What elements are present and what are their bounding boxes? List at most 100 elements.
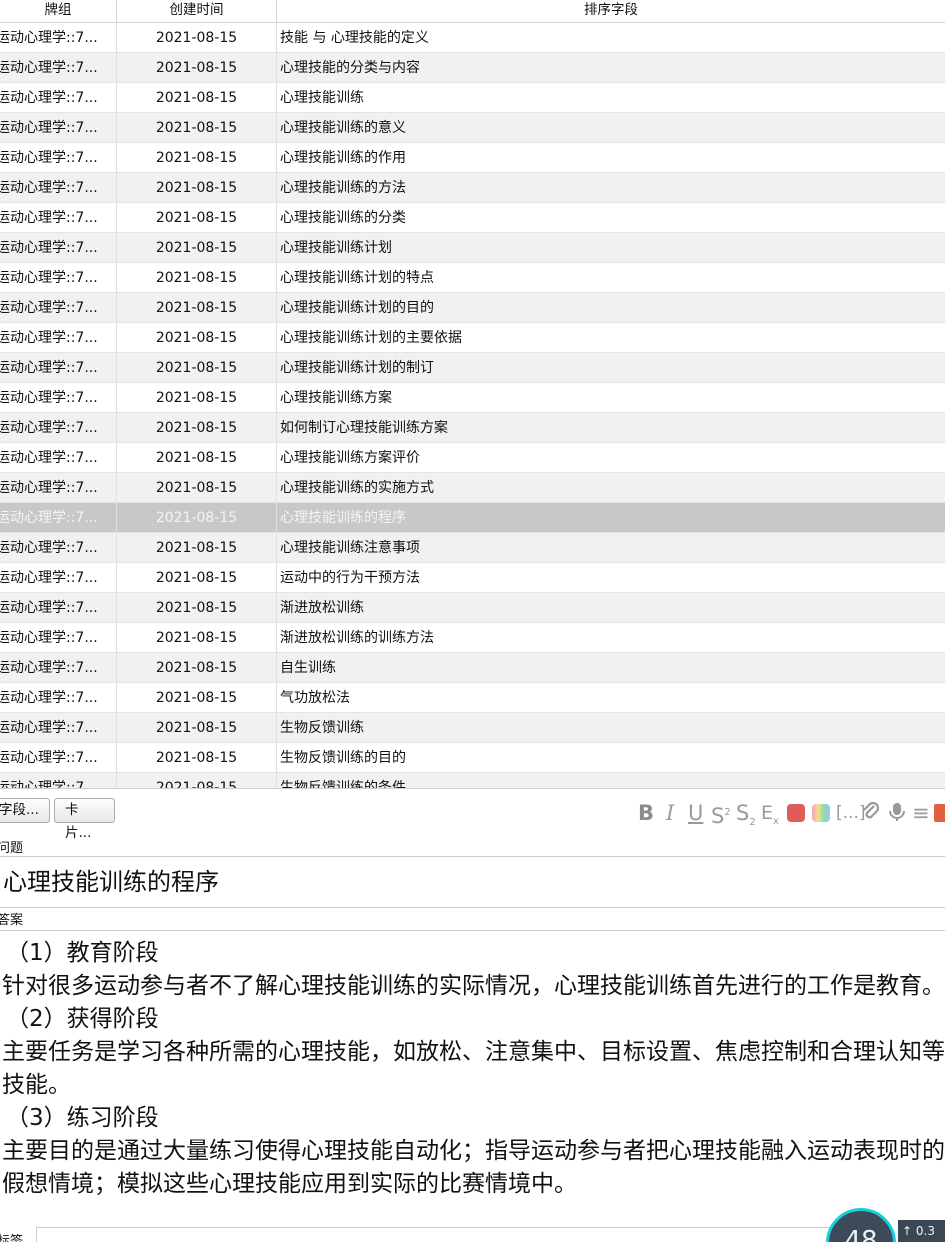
table-row[interactable]: 运动心理学::7... 2021-08-15 心理技能训练 bbox=[0, 83, 945, 113]
table-row[interactable]: 运动心理学::7... 2021-08-15 如何制订心理技能训练方案 bbox=[0, 413, 945, 443]
column-header-deck[interactable]: 牌组 bbox=[0, 0, 117, 23]
table-row[interactable]: 运动心理学::7... 2021-08-15 心理技能训练注意事项 bbox=[0, 533, 945, 563]
table-row[interactable]: 运动心理学::7... 2021-08-15 心理技能训练方案 bbox=[0, 383, 945, 413]
table-row[interactable]: 运动心理学::7... 2021-08-15 气功放松法 bbox=[0, 683, 945, 713]
table-row[interactable]: 运动心理学::7... 2021-08-15 生物反馈训练的条件 bbox=[0, 773, 945, 789]
table-row[interactable]: 运动心理学::7... 2021-08-15 生物反馈训练 bbox=[0, 713, 945, 743]
cell-sort-field: 渐进放松训练的训练方法 bbox=[280, 630, 434, 646]
table-row-selected[interactable]: 运动心理学::7... 2021-08-15 心理技能训练的程序 bbox=[0, 503, 945, 533]
tags-label: 标签 bbox=[0, 1234, 24, 1242]
text-color-icon[interactable] bbox=[787, 804, 805, 822]
table-row[interactable]: 运动心理学::7... 2021-08-15 心理技能训练的意义 bbox=[0, 113, 945, 143]
table-row[interactable]: 运动心理学::7... 2021-08-15 心理技能训练计划的主要依据 bbox=[0, 323, 945, 353]
cell-sort-field: 心理技能训练计划 bbox=[280, 240, 392, 256]
highlight-color-icon[interactable] bbox=[812, 804, 830, 822]
table-row[interactable]: 运动心理学::7... 2021-08-15 心理技能训练计划的制订 bbox=[0, 353, 945, 383]
cell-sort-field: 渐进放松训练 bbox=[280, 600, 364, 616]
cell-sort-field: 心理技能训练计划的制订 bbox=[280, 360, 434, 376]
cell-created: 2021-08-15 bbox=[117, 533, 277, 563]
bold-icon[interactable]: B bbox=[638, 801, 654, 825]
answer-stage-heading: （3）练习阶段 bbox=[6, 1105, 159, 1131]
table-row[interactable]: 运动心理学::7... 2021-08-15 自生训练 bbox=[0, 653, 945, 683]
tags-input[interactable] bbox=[36, 1227, 836, 1242]
table-row[interactable]: 运动心理学::7... 2021-08-15 心理技能训练的方法 bbox=[0, 173, 945, 203]
subscript-icon[interactable]: S2 bbox=[736, 801, 756, 828]
table-row[interactable]: 运动心理学::7... 2021-08-15 技能 与 心理技能的定义 bbox=[0, 23, 945, 53]
more-icon[interactable]: ≡ bbox=[912, 801, 930, 825]
column-header-created[interactable]: 创建时间 bbox=[117, 0, 277, 23]
table-row[interactable]: 运动心理学::7... 2021-08-15 心理技能训练计划的特点 bbox=[0, 263, 945, 293]
table-row[interactable]: 运动心理学::7... 2021-08-15 心理技能训练计划 bbox=[0, 233, 945, 263]
column-header-sort-field[interactable]: 排序字段 bbox=[277, 0, 945, 23]
answer-field[interactable]: （1）教育阶段针对很多运动参与者不了解心理技能训练的实际情况，心理技能训练首先进… bbox=[0, 930, 945, 1220]
network-speed-widget: ↑ 0.3 bbox=[898, 1220, 945, 1242]
table-row[interactable]: 运动心理学::7... 2021-08-15 心理技能的分类与内容 bbox=[0, 53, 945, 83]
cell-sort-field: 如何制订心理技能训练方案 bbox=[280, 420, 448, 436]
answer-stage-heading: （2）获得阶段 bbox=[6, 1006, 159, 1032]
table-row[interactable]: 运动心理学::7... 2021-08-15 渐进放松训练的训练方法 bbox=[0, 623, 945, 653]
cell-created: 2021-08-15 bbox=[117, 173, 277, 203]
cell-deck: 运动心理学::7... bbox=[0, 413, 117, 443]
question-field-label: 问题 bbox=[0, 841, 24, 856]
cell-deck: 运动心理学::7... bbox=[0, 233, 117, 263]
table-row[interactable]: 运动心理学::7... 2021-08-15 心理技能训练的实施方式 bbox=[0, 473, 945, 503]
table-row[interactable]: 运动心理学::7... 2021-08-15 渐进放松训练 bbox=[0, 593, 945, 623]
superscript-icon[interactable]: S2 bbox=[711, 801, 731, 828]
cell-deck: 运动心理学::7... bbox=[0, 293, 117, 323]
cell-sort-field: 心理技能训练方案 bbox=[280, 390, 392, 406]
cell-sort-field: 心理技能训练的实施方式 bbox=[280, 480, 434, 496]
cell-sort-field: 生物反馈训练的条件 bbox=[280, 780, 406, 789]
cell-deck: 运动心理学::7... bbox=[0, 623, 117, 653]
cell-deck: 运动心理学::7... bbox=[0, 503, 117, 533]
cell-created: 2021-08-15 bbox=[117, 773, 277, 788]
cell-deck: 运动心理学::7... bbox=[0, 713, 117, 743]
italic-icon[interactable]: I bbox=[666, 801, 674, 825]
cell-sort-field: 心理技能训练注意事项 bbox=[280, 540, 420, 556]
cell-created: 2021-08-15 bbox=[117, 83, 277, 113]
clear-format-icon[interactable]: Ex bbox=[761, 801, 779, 827]
editor-toolbar: 字段... 卡片... B I U S2 S2 Ex [...] ≡ bbox=[0, 789, 945, 841]
cell-sort-field: 生物反馈训练 bbox=[280, 720, 364, 736]
cell-deck: 运动心理学::7... bbox=[0, 443, 117, 473]
cell-sort-field: 心理技能的分类与内容 bbox=[280, 60, 420, 76]
underline-icon[interactable]: U bbox=[688, 801, 703, 825]
microphone-icon bbox=[889, 803, 905, 821]
cell-sort-field: 心理技能训练计划的特点 bbox=[280, 270, 434, 286]
record-audio-icon[interactable] bbox=[887, 801, 907, 825]
cell-created: 2021-08-15 bbox=[117, 383, 277, 413]
cell-sort-field: 心理技能训练的方法 bbox=[280, 180, 406, 196]
table-row[interactable]: 运动心理学::7... 2021-08-15 心理技能训练的作用 bbox=[0, 143, 945, 173]
cell-sort-field: 运动中的行为干预方法 bbox=[280, 570, 420, 586]
cards-button[interactable]: 卡片... bbox=[54, 798, 115, 841]
question-field[interactable]: 心理技能训练的程序 bbox=[0, 856, 945, 908]
answer-paragraph: 针对很多运动参与者不了解心理技能训练的实际情况，心理技能训练首先进行的工作是教育… bbox=[2, 973, 945, 999]
cell-created: 2021-08-15 bbox=[117, 443, 277, 473]
table-row[interactable]: 运动心理学::7... 2021-08-15 生物反馈训练的目的 bbox=[0, 743, 945, 773]
cell-sort-field: 心理技能训练计划的目的 bbox=[280, 300, 434, 316]
cell-deck: 运动心理学::7... bbox=[0, 533, 117, 563]
cell-sort-field: 心理技能训练计划的主要依据 bbox=[280, 330, 462, 346]
html-editor-icon[interactable] bbox=[934, 804, 945, 822]
cell-created: 2021-08-15 bbox=[117, 683, 277, 713]
cell-created: 2021-08-15 bbox=[117, 293, 277, 323]
cell-created: 2021-08-15 bbox=[117, 263, 277, 293]
cell-created: 2021-08-15 bbox=[117, 233, 277, 263]
table-row[interactable]: 运动心理学::7... 2021-08-15 心理技能训练的分类 bbox=[0, 203, 945, 233]
cell-created: 2021-08-15 bbox=[117, 53, 277, 83]
cell-deck: 运动心理学::7... bbox=[0, 383, 117, 413]
cell-deck: 运动心理学::7... bbox=[0, 143, 117, 173]
cell-created: 2021-08-15 bbox=[117, 353, 277, 383]
cell-created: 2021-08-15 bbox=[117, 413, 277, 443]
table-row[interactable]: 运动心理学::7... 2021-08-15 心理技能训练计划的目的 bbox=[0, 293, 945, 323]
table-row[interactable]: 运动心理学::7... 2021-08-15 心理技能训练方案评价 bbox=[0, 443, 945, 473]
answer-stage-heading: （1）教育阶段 bbox=[6, 940, 159, 966]
cell-created: 2021-08-15 bbox=[117, 563, 277, 593]
attach-icon[interactable] bbox=[861, 801, 881, 825]
cell-sort-field: 心理技能训练方案评价 bbox=[280, 450, 420, 466]
fields-button[interactable]: 字段... bbox=[0, 798, 50, 823]
card-browser-table: 牌组 创建时间 排序字段 运动心理学::7... 2021-08-15 技能 与 心… bbox=[0, 0, 945, 789]
cell-deck: 运动心理学::7... bbox=[0, 203, 117, 233]
cell-created: 2021-08-15 bbox=[117, 593, 277, 623]
table-row[interactable]: 运动心理学::7... 2021-08-15 运动中的行为干预方法 bbox=[0, 563, 945, 593]
cell-deck: 运动心理学::7... bbox=[0, 323, 117, 353]
